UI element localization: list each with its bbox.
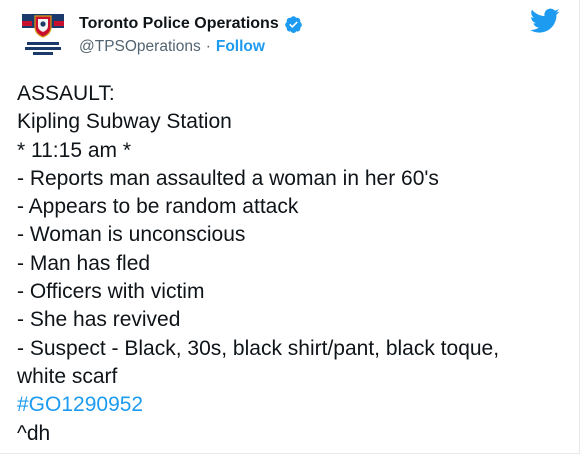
tweet-signature: ^dh: [17, 421, 51, 445]
tweet-line: white scarf: [17, 364, 118, 388]
tweet-card: Toronto Police Operations @TPSOperations…: [0, 0, 580, 454]
tweet-line: - Appears to be random attack: [17, 195, 299, 219]
toronto-police-crest-icon: [22, 14, 64, 55]
tweet-line: - She has revived: [17, 308, 181, 332]
separator-dot: ·: [205, 38, 211, 55]
avatar[interactable]: [18, 12, 68, 62]
tweet-line: - Suspect - Black, 30s, black shirt/pant…: [17, 336, 500, 360]
display-name[interactable]: Toronto Police Operations: [79, 15, 279, 33]
hashtag-link[interactable]: #GO1290952: [17, 391, 572, 419]
account-handle[interactable]: @TPSOperations: [79, 38, 201, 56]
twitter-bird-icon[interactable]: [529, 8, 560, 34]
handle-line: @TPSOperations · Follow: [79, 38, 265, 56]
follow-button[interactable]: Follow: [216, 38, 265, 56]
tweet-line: - Officers with victim: [17, 280, 205, 304]
tweet-line: - Woman is unconscious: [17, 223, 246, 247]
tweet-line: - Reports man assaulted a woman in her 6…: [17, 166, 439, 190]
tweet-line: ASSAULT:: [17, 82, 115, 105]
name-line: Toronto Police Operations: [79, 13, 303, 35]
tweet-line: - Man has fled: [17, 251, 151, 275]
tweet-line: Kipling Subway Station: [17, 110, 232, 134]
tweet-body: ASSAULT: Kipling Subway Station * 11:15 …: [17, 80, 572, 448]
verified-badge-icon: [284, 15, 303, 34]
tweet-header: Toronto Police Operations @TPSOperations…: [0, 0, 581, 70]
tweet-line: * 11:15 am *: [17, 138, 132, 162]
